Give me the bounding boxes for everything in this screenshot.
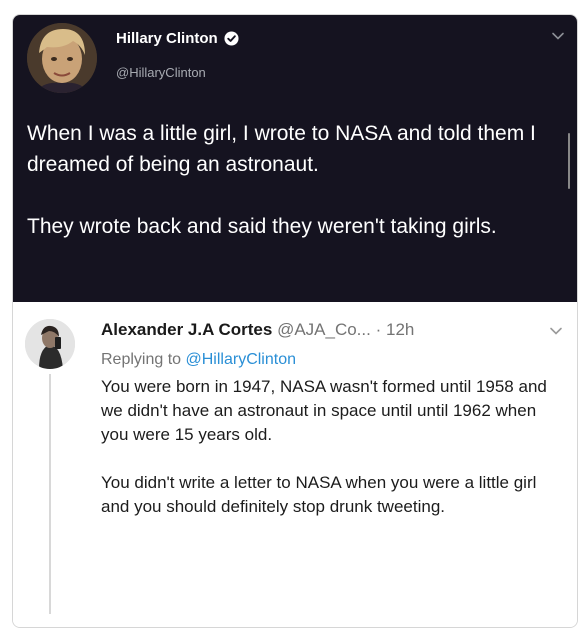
replying-to-label: Replying to bbox=[101, 351, 182, 368]
reply-tweet[interactable]: Alexander J.A Cortes @AJA_Co... · 12h Re… bbox=[13, 302, 577, 627]
screenshot-frame: Hillary Clinton @HillaryClinton When I w… bbox=[12, 14, 578, 628]
original-tweet-text: When I was a little girl, I wrote to NAS… bbox=[27, 118, 562, 242]
tweet-paragraph: You didn't write a letter to NASA when y… bbox=[101, 473, 537, 516]
reply-author-name[interactable]: Alexander J.A Cortes bbox=[101, 320, 272, 339]
original-author-name[interactable]: Hillary Clinton bbox=[116, 30, 218, 47]
scrollbar[interactable] bbox=[568, 133, 570, 189]
reply-author-handle[interactable]: @AJA_Co... bbox=[277, 320, 371, 339]
reply-author-avatar[interactable] bbox=[25, 319, 75, 369]
original-tweet[interactable]: Hillary Clinton @HillaryClinton When I w… bbox=[13, 15, 577, 302]
avatar-photo-icon bbox=[27, 23, 97, 93]
original-author-row: Hillary Clinton bbox=[116, 30, 239, 47]
original-author-avatar[interactable] bbox=[27, 23, 97, 93]
separator-dot: · bbox=[375, 320, 382, 339]
verified-badge-icon bbox=[224, 31, 239, 46]
chevron-down-icon[interactable] bbox=[549, 324, 563, 338]
original-author-handle[interactable]: @HillaryClinton bbox=[116, 65, 206, 80]
replying-to-line: Replying to @HillaryClinton bbox=[101, 351, 296, 369]
tweet-paragraph: When I was a little girl, I wrote to NAS… bbox=[27, 122, 536, 176]
reply-tweet-text: You were born in 1947, NASA wasn't forme… bbox=[101, 375, 561, 519]
thread-line bbox=[49, 374, 51, 614]
reply-timestamp[interactable]: 12h bbox=[386, 320, 414, 339]
avatar-photo-icon bbox=[25, 319, 75, 369]
chevron-down-icon[interactable] bbox=[551, 29, 565, 43]
tweet-paragraph: They wrote back and said they weren't ta… bbox=[27, 215, 497, 238]
tweet-paragraph: You were born in 1947, NASA wasn't forme… bbox=[101, 377, 547, 444]
reply-header: Alexander J.A Cortes @AJA_Co... · 12h bbox=[101, 320, 541, 340]
replying-to-mention[interactable]: @HillaryClinton bbox=[186, 351, 297, 368]
